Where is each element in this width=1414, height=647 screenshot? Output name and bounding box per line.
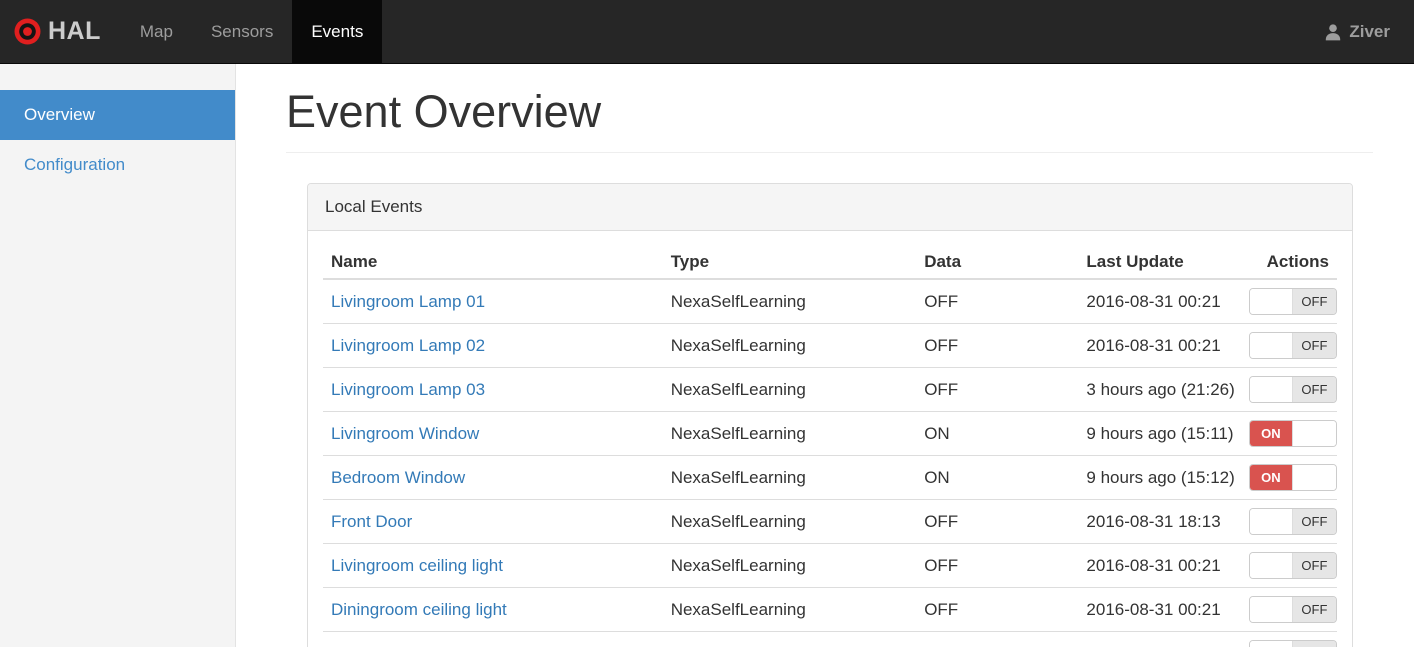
table-row: Diningroom ceiling light NexaSelfLearnin… xyxy=(323,587,1337,632)
brand-title: HAL xyxy=(48,17,101,45)
switch-state-label: OFF xyxy=(1293,333,1336,358)
column-header-type: Type xyxy=(662,246,917,280)
user-name: Ziver xyxy=(1349,21,1390,41)
event-data: OFF xyxy=(916,323,1079,368)
table-row: Front Door NexaSelfLearning OFF 2016-08-… xyxy=(323,499,1337,544)
event-name-link[interactable]: Diningroom ceiling light xyxy=(331,600,507,619)
switch-state-label: ON xyxy=(1249,465,1293,490)
events-table: Name Type Data Last Update Actions Livin… xyxy=(323,246,1337,647)
event-last-update: 9 hours ago (15:12) xyxy=(1078,455,1241,500)
event-type: NexaSelfLearning xyxy=(670,291,806,311)
panel-body: Name Type Data Last Update Actions Livin… xyxy=(308,231,1352,647)
event-name-link[interactable]: Livingroom Lamp 01 xyxy=(331,292,485,311)
toggle-switch[interactable]: OFF xyxy=(1248,332,1337,359)
switch-state-label: OFF xyxy=(1293,509,1336,534)
nav-item-sensors[interactable]: Sensors xyxy=(192,0,292,63)
event-last-update: 2016-08-31 18:13 xyxy=(1078,499,1241,544)
local-events-panel: Local Events Name Type Data Last Update … xyxy=(307,183,1353,647)
switch-handle xyxy=(1249,333,1294,358)
event-data: ON xyxy=(916,411,1079,456)
event-type: NexaSelfLearning xyxy=(662,455,917,500)
brand[interactable]: HAL xyxy=(0,0,121,63)
column-header-last-update: Last Update xyxy=(1078,246,1241,280)
switch-state-label: OFF xyxy=(1293,289,1336,314)
switch-handle xyxy=(1249,553,1294,578)
user-menu[interactable]: Ziver xyxy=(1300,0,1414,63)
event-name-link[interactable]: Livingroom ceiling light xyxy=(331,556,503,575)
event-type: NexaSelfLearning xyxy=(662,631,917,647)
switch-handle xyxy=(1249,641,1294,647)
main-content: Event Overview Local Events Name Type Da… xyxy=(236,64,1414,647)
column-header-name: Name xyxy=(323,246,663,280)
sidebar: Overview Configuration xyxy=(0,64,236,647)
event-name-link[interactable]: Livingroom Window xyxy=(331,424,479,443)
panel-title: Local Events xyxy=(308,184,1352,231)
event-name-link[interactable]: Livingroom Lamp 02 xyxy=(331,336,485,355)
table-row: Bedroom Window NexaSelfLearning ON 9 hou… xyxy=(323,455,1337,500)
event-name-link[interactable]: Livingroom Lamp 03 xyxy=(331,380,485,399)
events-table-body: Livingroom Lamp 01 NexaSelfLearning OFF … xyxy=(323,279,1337,647)
toggle-switch[interactable]: OFF xyxy=(1248,640,1337,647)
table-header-row: Name Type Data Last Update Actions xyxy=(323,246,1337,280)
sidebar-item-overview[interactable]: Overview xyxy=(0,90,235,140)
table-row: Kitchen ceiling light NexaSelfLearning O… xyxy=(323,631,1337,647)
table-row: Livingroom Window NexaSelfLearning ON 9 … xyxy=(323,411,1337,456)
event-data: ON xyxy=(916,455,1079,500)
event-last-update: 2016-08-31 00:21 xyxy=(1078,631,1241,647)
event-name-link[interactable]: Kitchen ceiling light xyxy=(331,644,477,647)
bullseye-logo-icon xyxy=(14,18,41,45)
event-data: OFF xyxy=(916,631,1079,647)
switch-state-label: OFF xyxy=(1293,377,1336,402)
event-type: NexaSelfLearning xyxy=(662,587,917,632)
event-data: OFF xyxy=(916,543,1079,588)
event-data: OFF xyxy=(916,499,1079,544)
nav-item-events[interactable]: Events xyxy=(292,0,383,63)
top-navbar: HAL Map Sensors Events Ziver xyxy=(0,0,1414,64)
switch-state-label: OFF xyxy=(1293,597,1336,622)
event-data: OFF xyxy=(916,367,1079,412)
event-type: NexaSelfLearning xyxy=(662,499,917,544)
table-row: Livingroom Lamp 02 NexaSelfLearning OFF … xyxy=(323,323,1337,368)
switch-handle xyxy=(1249,597,1294,622)
event-last-update: 2016-08-31 00:21 xyxy=(1078,323,1241,368)
toggle-switch[interactable]: ON xyxy=(1248,464,1337,491)
event-data: OFF xyxy=(916,587,1079,632)
main-nav: Map Sensors Events xyxy=(121,0,383,63)
page-title: Event Overview xyxy=(286,86,1373,153)
switch-handle xyxy=(1249,377,1294,402)
event-name-link[interactable]: Bedroom Window xyxy=(331,468,465,487)
sidebar-item-configuration[interactable]: Configuration xyxy=(0,140,235,190)
table-row: Livingroom Lamp 01 NexaSelfLearning OFF … xyxy=(323,279,1337,324)
toggle-switch[interactable]: OFF xyxy=(1248,552,1337,579)
event-last-update: 2016-08-31 00:21 xyxy=(1078,587,1241,632)
toggle-switch[interactable]: OFF xyxy=(1248,288,1337,315)
event-last-update: 2016-08-31 00:21 xyxy=(1078,543,1241,588)
toggle-switch[interactable]: OFF xyxy=(1248,596,1337,623)
nav-item-map[interactable]: Map xyxy=(121,0,192,63)
table-row: Livingroom Lamp 03 NexaSelfLearning OFF … xyxy=(323,367,1337,412)
switch-handle xyxy=(1249,289,1294,314)
switch-state-label: ON xyxy=(1249,421,1293,446)
switch-state-label: OFF xyxy=(1293,553,1336,578)
switch-handle xyxy=(1249,509,1294,534)
switch-handle xyxy=(1292,421,1336,446)
event-name-link[interactable]: Front Door xyxy=(331,512,412,531)
toggle-switch[interactable]: ON xyxy=(1248,420,1337,447)
event-last-update: 9 hours ago (15:11) xyxy=(1078,411,1241,456)
table-row: Livingroom ceiling light NexaSelfLearnin… xyxy=(323,543,1337,588)
event-type: NexaSelfLearning xyxy=(662,411,917,456)
switch-state-label: OFF xyxy=(1293,641,1336,647)
event-last-update: 3 hours ago (21:26) xyxy=(1078,367,1241,412)
event-type: NexaSelfLearning xyxy=(662,323,917,368)
event-last-update: 2016-08-31 00:21 xyxy=(1086,291,1221,311)
toggle-switch[interactable]: OFF xyxy=(1248,376,1337,403)
event-type: NexaSelfLearning xyxy=(662,367,917,412)
event-type: NexaSelfLearning xyxy=(662,543,917,588)
switch-handle xyxy=(1292,465,1336,490)
user-icon xyxy=(1324,23,1342,41)
column-header-actions: Actions xyxy=(1240,246,1337,280)
column-header-data: Data xyxy=(916,246,1079,280)
toggle-switch[interactable]: OFF xyxy=(1248,508,1337,535)
event-data: OFF xyxy=(924,291,959,311)
